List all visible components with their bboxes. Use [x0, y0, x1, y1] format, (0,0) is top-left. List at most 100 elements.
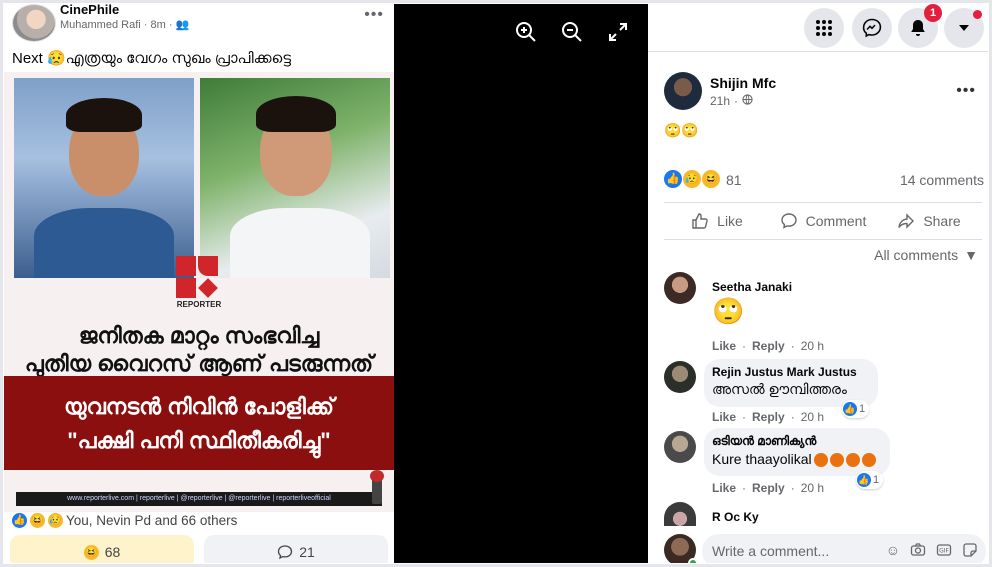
- comment-text: Kure thaayolikal: [712, 451, 878, 468]
- zoom-out-icon[interactable]: [560, 20, 584, 44]
- reactions-text: You, Nevin Pd and 66 others: [66, 513, 238, 528]
- like-button[interactable]: Like: [664, 203, 770, 239]
- comment-time[interactable]: 20 h: [801, 481, 824, 495]
- svg-text:GIF: GIF: [939, 548, 949, 555]
- like-reaction-icon: 👍: [664, 170, 682, 188]
- comment-reactions[interactable]: 👍 1: [856, 471, 884, 489]
- reaction-count[interactable]: 81: [726, 172, 742, 188]
- messenger-button[interactable]: [852, 8, 892, 48]
- globe-icon: [742, 94, 753, 108]
- write-comment-row: Write a comment... ☺ GIF: [664, 532, 988, 563]
- comment-reply-link[interactable]: Reply: [752, 410, 785, 424]
- reactions-summary[interactable]: 👍 😆 😥 You, Nevin Pd and 66 others: [12, 513, 237, 528]
- more-options-icon[interactable]: •••: [956, 82, 976, 100]
- comment-meta: Like · Reply · 20 h: [712, 481, 825, 495]
- post-text: Next 😥എത്രയും വേഗം സുഖം പ്രാപിക്കട്ടെ: [12, 50, 292, 67]
- account-alert-dot: [973, 10, 982, 19]
- image-footer: www.reporterlive.com | reporterlive | @r…: [16, 492, 382, 506]
- headline-1: ജനിതക മാറ്റം സംഭവിച്ച പുതിയ വൈറസ് ആണ് പട…: [4, 322, 394, 378]
- post-actions: Like Comment Share: [664, 202, 982, 240]
- comment-reply-link[interactable]: Reply: [752, 481, 785, 495]
- comment-reply-link[interactable]: Reply: [752, 339, 785, 353]
- like-reaction-icon: 👍: [843, 402, 857, 416]
- page-name[interactable]: CinePhile: [60, 4, 119, 17]
- headline-2-line-1: യുവനടൻ നിവിൻ പോളിക്ക്: [64, 394, 334, 419]
- account-menu-button[interactable]: [944, 8, 984, 48]
- sort-label: All comments: [874, 247, 959, 263]
- screenshot-frame: CinePhile Muhammed Rafi · 8m · 👥 ••• Nex…: [0, 0, 992, 567]
- top-nav: 1: [648, 4, 988, 52]
- gif-icon[interactable]: GIF: [936, 542, 952, 558]
- commenter-name[interactable]: ഒടിയൻ മാണിക്യൻ: [712, 434, 878, 449]
- reporter-logo-icon: [174, 254, 218, 298]
- emoji-icon[interactable]: ☺: [886, 542, 900, 558]
- haha-icon: 😆: [83, 544, 99, 560]
- comment-count-button[interactable]: 21: [204, 535, 388, 563]
- post-stats: 👍 😥 😆 81 14 comments: [664, 170, 984, 190]
- comment-icon: [780, 213, 797, 229]
- comment-sort-dropdown[interactable]: All comments ▼: [874, 247, 978, 263]
- bell-icon: [911, 20, 925, 36]
- haha-button[interactable]: 😆 68: [10, 535, 194, 563]
- commenter-name[interactable]: Seetha Janaki: [712, 280, 792, 294]
- shared-post-panel: CinePhile Muhammed Rafi · 8m · 👥 ••• Nex…: [4, 4, 394, 563]
- comment-meta: Like · Reply · 20 h: [712, 339, 825, 353]
- more-options-icon[interactable]: •••: [364, 6, 384, 24]
- author-name[interactable]: Shijin Mfc: [710, 75, 776, 91]
- logo-label: REPORTER: [176, 300, 222, 309]
- haha-reaction-icon: 😆: [30, 513, 45, 528]
- commenter-avatar[interactable]: [664, 431, 696, 463]
- post-meta: 21h ·: [710, 94, 753, 108]
- headline-1-line-2: പുതിയ വൈറസ് ആണ് പടരുന്നത്: [24, 351, 374, 376]
- post-text: 🙄🙄: [664, 122, 699, 138]
- comment-meta: Like · Reply · 20 h: [712, 410, 825, 424]
- page-avatar[interactable]: [12, 4, 56, 42]
- comment-placeholder: Write a comment...: [712, 543, 830, 559]
- post-time[interactable]: 8m: [150, 19, 165, 31]
- commenter-avatar[interactable]: [664, 361, 696, 393]
- group-icon: 👥: [175, 19, 190, 31]
- comment-time[interactable]: 20 h: [801, 410, 824, 424]
- commenter-name[interactable]: Rejin Justus Mark Justus: [712, 365, 866, 379]
- share-button[interactable]: Share: [876, 203, 982, 239]
- comments-count[interactable]: 14 comments: [900, 172, 984, 188]
- notifications-button[interactable]: 1: [898, 4, 942, 48]
- comment-reactions[interactable]: 👍 1: [842, 400, 870, 418]
- author-avatar[interactable]: [664, 72, 702, 110]
- comment-label: Comment: [805, 213, 867, 229]
- microphone-icon: [370, 470, 384, 504]
- comment-like-link[interactable]: Like: [712, 410, 736, 424]
- like-label: Like: [717, 213, 743, 229]
- comment-input[interactable]: Write a comment... ☺ GIF: [702, 534, 986, 563]
- comment-bubble: ഒടിയൻ മാണിക്യൻ Kure thaayolikal: [704, 428, 890, 476]
- reaction-icons[interactable]: 👍 😥 😆: [664, 170, 720, 188]
- author-name[interactable]: Muhammed Rafi: [60, 19, 141, 31]
- commenter-avatar[interactable]: [664, 502, 696, 526]
- comment-text: 🙄: [712, 296, 745, 326]
- angry-emoji-icon: [845, 453, 860, 468]
- commenter-avatar[interactable]: [664, 272, 696, 304]
- sticker-icon[interactable]: [962, 542, 978, 558]
- post-time[interactable]: 21h: [710, 94, 730, 108]
- post-header: CinePhile Muhammed Rafi · 8m · 👥 •••: [4, 4, 394, 44]
- comment-button[interactable]: Comment: [770, 203, 876, 239]
- angry-emoji-icon: [813, 453, 828, 468]
- like-reaction-icon: 👍: [12, 513, 27, 528]
- photo-viewer: [394, 4, 648, 563]
- menu-grid-button[interactable]: [804, 8, 844, 48]
- haha-reaction-icon: 😆: [702, 170, 720, 188]
- comment-time[interactable]: 20 h: [801, 339, 824, 353]
- sad-reaction-icon: 😥: [48, 513, 63, 528]
- angry-emoji-icon: [829, 453, 844, 468]
- post-image[interactable]: REPORTER ജനിതക മാറ്റം സംഭവിച്ച പുതിയ വൈറ…: [4, 72, 394, 512]
- headline-2-line-2: "പക്ഷി പനി സ്ഥിതീകരിച്ചു": [67, 428, 331, 453]
- commenter-name[interactable]: R Oc Ky: [712, 510, 759, 524]
- camera-icon[interactable]: [910, 542, 926, 558]
- comment-reaction-count: 1: [873, 474, 880, 486]
- fullscreen-icon[interactable]: [606, 20, 630, 44]
- comment-like-link[interactable]: Like: [712, 481, 736, 495]
- post-detail-panel: 1 Shijin Mfc 21h · ••• 🙄🙄 👍 😥 😆 81 14 co…: [648, 4, 988, 563]
- zoom-in-icon[interactable]: [514, 20, 538, 44]
- comment-like-link[interactable]: Like: [712, 339, 736, 353]
- comment-icon: [278, 545, 293, 560]
